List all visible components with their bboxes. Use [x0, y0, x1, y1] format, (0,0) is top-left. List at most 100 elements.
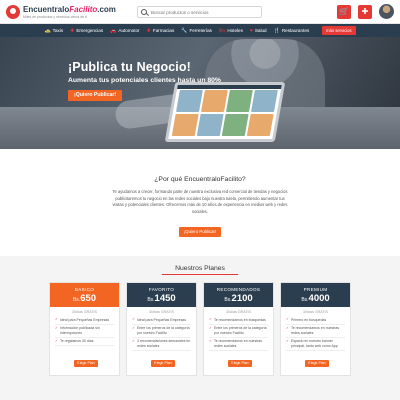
nav-label: Hoteles	[227, 28, 243, 33]
plan-trial: 30días GRATIS	[149, 310, 174, 314]
plan-card-premium: PREMIUM Bs.4000 30días GRATIS Primero en…	[280, 282, 351, 376]
pharmacy-icon: ✚	[146, 27, 151, 34]
about-text: Te ayudamos a crecer, formando parte de …	[112, 189, 288, 214]
hardware-icon: 🔧	[181, 27, 188, 34]
plan-features: Ideal para Pequeñas Empresas Entre los p…	[132, 316, 191, 351]
hero-publish-button[interactable]: ¡Quiero Publicar!	[68, 90, 123, 101]
plan-feature: Primero en búsquedas	[286, 316, 345, 325]
plan-card-basico: BASICO Bs.650 30días GRATIS Ideal para P…	[49, 282, 120, 376]
about-publish-button[interactable]: ¡Quiero Publicar!	[179, 227, 221, 237]
plan-amount: 2100	[231, 293, 253, 304]
plan-header: FAVORITO Bs.1450	[127, 283, 196, 307]
logo-tagline: Miles de productos y servicios cerca de …	[23, 14, 87, 19]
plan-currency: Bs.	[224, 297, 232, 303]
plan-card-favorito: FAVORITO Bs.1450 30días GRATIS Ideal par…	[126, 282, 197, 376]
plan-amount: 1450	[154, 293, 176, 304]
logo-suffix: .com	[97, 4, 116, 14]
more-services-button[interactable]: más servicios	[322, 26, 356, 35]
plan-feature: Te recomendamos en búsquedas	[209, 316, 268, 325]
nav-item-taxis[interactable]: 🚕 Taxis	[44, 28, 63, 34]
plan-name: FAVORITO	[148, 287, 175, 292]
plan-feature: 3 recomendaciones semanales en redes soc…	[132, 338, 191, 351]
plan-price: Bs.4000	[281, 293, 350, 304]
choose-plan-button[interactable]: Elegir Plan	[228, 360, 252, 367]
hotel-icon: 🛏	[218, 27, 226, 34]
hero-subtitle: Aumenta tus potenciales clientes hasta u…	[68, 77, 221, 84]
category-nav: 🚕 Taxis ✚ Emergencias 🚗 Automotor ✚ Farmacia…	[0, 24, 400, 37]
plan-card-recomendados: RECOMENDADOS Bs.2100 30días GRATIS Te re…	[203, 282, 274, 376]
about-section: ¿Por qué EncuentraloFacilito? Te ayudamo…	[0, 149, 400, 256]
plan-feature: Te recomendamos en nuestras redes social…	[209, 338, 268, 351]
header-actions: 🛒 ✚	[337, 4, 394, 19]
plan-features: Primero en búsquedas Te recomendamos en …	[286, 316, 345, 351]
avatar[interactable]	[379, 4, 394, 19]
choose-plan-button[interactable]: Elegir Plan	[305, 360, 329, 367]
plan-price: Bs.1450	[127, 293, 196, 304]
nav-item-hoteles[interactable]: 🛏 Hoteles	[219, 28, 243, 34]
cart-icon[interactable]: 🛒	[337, 4, 351, 19]
plan-header: PREMIUM Bs.4000	[281, 283, 350, 307]
nav-item-emergencias[interactable]: ✚ Emergencias	[70, 28, 103, 34]
medkit-icon[interactable]: ✚	[358, 4, 372, 19]
search-input[interactable]	[151, 9, 251, 15]
nav-label: Restaurantes	[281, 28, 310, 33]
plan-features: Ideal para Pequeñas Empresas Información…	[55, 316, 114, 347]
plan-feature: Te regalamos 30 días	[55, 338, 114, 347]
plans-title: Nuestros Planes	[175, 265, 225, 272]
emergency-icon: ✚	[70, 27, 75, 34]
nav-label: Ferreterías	[189, 28, 212, 33]
site-logo[interactable]: EncuentraloFacilito.com Miles de product…	[6, 4, 116, 19]
plan-header: RECOMENDADOS Bs.2100	[204, 283, 273, 307]
plan-trial: 30días GRATIS	[72, 310, 97, 314]
logo-main: Encuentralo	[23, 4, 70, 14]
top-header: EncuentraloFacilito.com Miles de product…	[0, 0, 400, 24]
nav-item-ferreterias[interactable]: 🔧 Ferreterías	[181, 28, 212, 34]
location-pin-icon	[6, 4, 20, 19]
plan-feature: Entre los primeros de la categoría por n…	[209, 325, 268, 338]
plan-features: Te recomendamos en búsquedas Entre los p…	[209, 316, 268, 351]
nav-label: Farmacias	[152, 28, 175, 33]
taxi-icon: 🚕	[44, 27, 51, 34]
restaurant-icon: 🍴	[273, 27, 280, 34]
plan-currency: Bs.	[301, 297, 309, 303]
car-icon: 🚗	[110, 27, 117, 34]
nav-label: Emergencias	[76, 28, 104, 33]
nav-label: Salud	[254, 28, 267, 33]
about-title: ¿Por qué EncuentraloFacilito?	[154, 176, 246, 183]
nav-label: Automotor	[118, 28, 140, 33]
plan-feature: Información publicada sin interrupciones	[55, 325, 114, 338]
hero-title: ¡Publica tu Negocio!	[68, 60, 191, 74]
plan-feature: Espacio en nuestro banner principal, tan…	[286, 338, 345, 351]
plan-trial: 30días GRATIS	[226, 310, 251, 314]
nav-label: Taxis	[52, 28, 64, 33]
plan-name: PREMIUM	[303, 287, 328, 292]
health-icon: ♥	[249, 27, 253, 34]
search-icon[interactable]	[141, 9, 147, 15]
plan-feature: Te recomendamos en nuestras redes social…	[286, 325, 345, 338]
plan-header: BASICO Bs.650	[50, 283, 119, 307]
plan-price: Bs.2100	[204, 293, 273, 304]
plan-name: BASICO	[74, 287, 95, 292]
laptop-image	[164, 82, 286, 142]
choose-plan-button[interactable]: Elegir Plan	[151, 360, 175, 367]
plan-amount: 4000	[308, 293, 330, 304]
logo-accent: Facilito	[69, 4, 98, 14]
search-bar[interactable]	[137, 6, 262, 18]
plan-feature: Ideal para Pequeñas Empresas	[132, 316, 191, 325]
laptop-screen	[168, 85, 282, 139]
nav-item-salud[interactable]: ♥ Salud	[250, 28, 267, 34]
plan-price: Bs.650	[50, 293, 119, 304]
nav-item-automotor[interactable]: 🚗 Automotor	[110, 28, 139, 34]
choose-plan-button[interactable]: Elegir Plan	[74, 360, 98, 367]
plan-amount: 650	[80, 293, 97, 304]
plan-feature: Ideal para Pequeñas Empresas	[55, 316, 114, 325]
nav-item-farmacias[interactable]: ✚ Farmacias	[147, 28, 175, 34]
plan-feature: Entre los primeros de la categoría por n…	[132, 325, 191, 338]
plans-divider	[162, 274, 238, 275]
plan-name: RECOMENDADOS	[216, 287, 261, 292]
plans-grid: BASICO Bs.650 30días GRATIS Ideal para P…	[49, 282, 351, 376]
plan-currency: Bs.	[147, 297, 155, 303]
hero-banner: ¡Publica tu Negocio! Aumenta tus potenci…	[0, 37, 400, 149]
nav-item-restaurantes[interactable]: 🍴 Restaurantes	[274, 28, 310, 34]
plan-trial: 30días GRATIS	[303, 310, 328, 314]
